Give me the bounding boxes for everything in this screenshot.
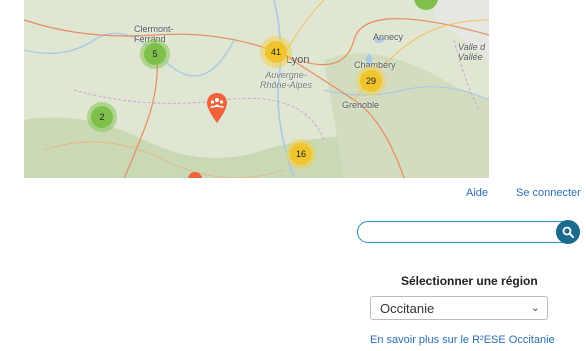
map[interactable]: Clermont- Ferrand Lyon Annecy Chambéry G… [24, 0, 489, 178]
map-background [24, 0, 489, 178]
city-label-annecy: Annecy [373, 32, 404, 42]
region-select[interactable]: Occitanie ⌄ [370, 296, 548, 320]
map-cluster[interactable]: 2 [87, 102, 117, 132]
search-icon [562, 226, 574, 238]
group-marker-icon[interactable] [206, 92, 228, 124]
cluster-count: 2 [91, 106, 113, 128]
search-input[interactable] [357, 221, 575, 243]
login-link[interactable]: Se connecter [516, 187, 581, 199]
cluster-count: 41 [265, 41, 287, 63]
cluster-count: 29 [360, 70, 382, 92]
map-cluster[interactable]: 41 [260, 36, 292, 68]
region-select-title: Sélectionner une région [401, 274, 538, 288]
city-label-grenoble: Grenoble [342, 100, 380, 110]
help-link[interactable]: Aide [466, 187, 488, 199]
map-cluster[interactable]: 5 [140, 39, 170, 69]
map-cluster[interactable]: 16 [286, 139, 316, 169]
chevron-down-icon: ⌄ [530, 302, 540, 314]
cluster-count: 5 [144, 43, 166, 65]
region-label: Auvergne- Rhône-Alpes [260, 70, 313, 90]
region-select-value: Occitanie [380, 301, 435, 316]
search-button[interactable] [556, 220, 580, 244]
more-info-link[interactable]: En savoir plus sur le R²ESE Occitanie [370, 334, 555, 346]
city-label-valle: Valle d Vallée [458, 42, 486, 62]
map-cluster[interactable]: 29 [356, 66, 386, 96]
cluster-count: 16 [290, 143, 312, 165]
